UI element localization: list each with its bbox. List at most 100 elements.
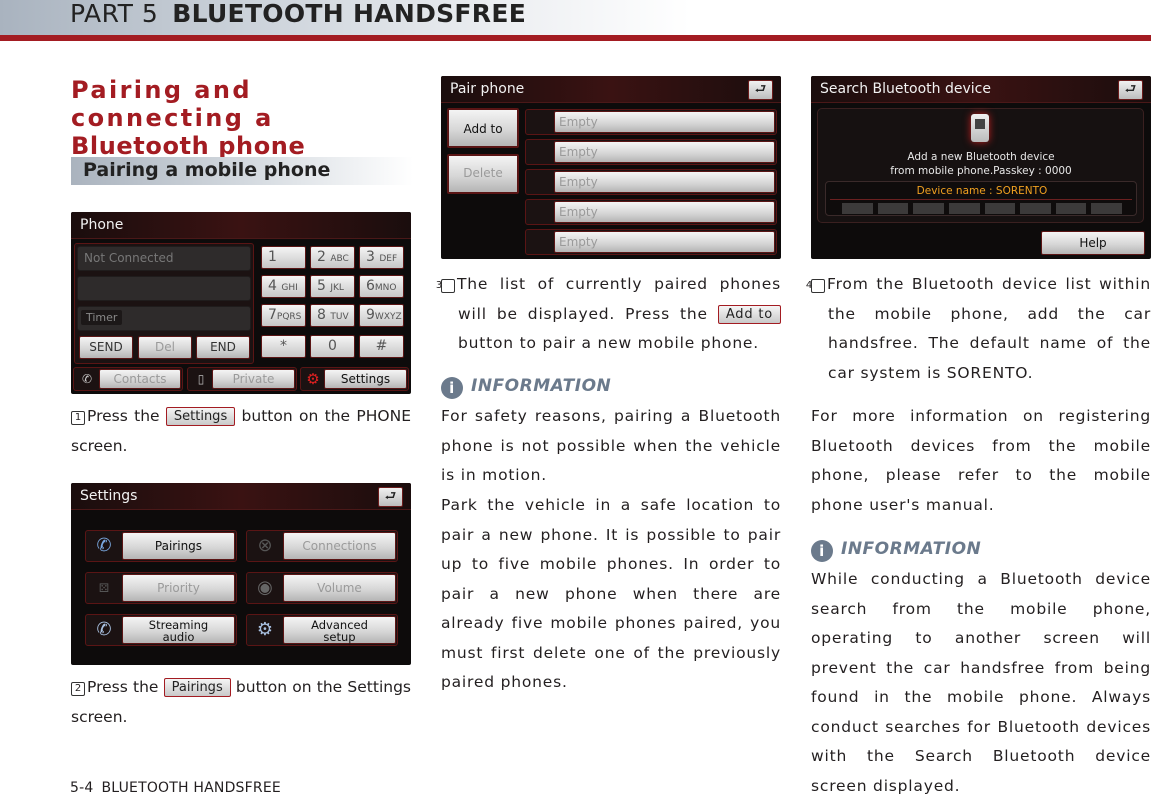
key-digit: 1 (268, 249, 277, 265)
advanced-setup-button[interactable]: Advanced setup (283, 616, 396, 644)
header-rule (0, 35, 1151, 41)
settings-screen-header: Settings ⮐ (71, 483, 411, 510)
connections-button[interactable]: Connections (283, 532, 396, 560)
search-progress (842, 203, 1122, 214)
step-number: 3 (436, 279, 455, 293)
contacts-button[interactable]: Contacts (99, 369, 181, 389)
progress-segment (1020, 203, 1051, 214)
subsection-bar: Pairing a mobile phone (71, 157, 413, 185)
add-to-button[interactable]: Add to (447, 108, 519, 148)
key-digit: # (375, 338, 388, 354)
key-digit: * (280, 338, 287, 354)
phone-screen-title: Phone (80, 217, 124, 233)
step-number: 1 (71, 411, 85, 425)
step-text: Press the (87, 407, 166, 425)
page-header: PART 5 BLUETOOTH HANDSFREE (0, 0, 1151, 36)
section-title-line2: Bluetooth phone (71, 132, 306, 160)
volume-button[interactable]: Volume (283, 574, 396, 602)
priority-button[interactable]: Priority (122, 574, 235, 602)
settings-screen-title: Settings (80, 488, 138, 504)
key-letters: TUV (330, 312, 349, 322)
key-digit: 2 (317, 249, 326, 265)
section-title: Pairing and connecting a Bluetooth phone (71, 76, 413, 160)
key-hash[interactable]: # (359, 335, 404, 358)
key-5[interactable]: 5 JKL (310, 275, 355, 298)
settings-screen: Settings ⮐ ✆ Pairings ⊗ Connections ⚄ Pr… (71, 483, 411, 665)
add-to-button-reference: Add to (717, 304, 781, 324)
divider (830, 199, 1132, 200)
back-button[interactable]: ⮐ (1118, 80, 1143, 100)
paired-slot-1[interactable]: Empty (554, 111, 775, 133)
step-text: button to pair a new mobile phone. (458, 334, 760, 352)
key-digit: 5 (317, 278, 326, 294)
key-0[interactable]: 0 (310, 335, 355, 358)
volume-speaker-icon: ◉ (257, 577, 273, 598)
delete-button[interactable]: Delete (447, 154, 519, 194)
search-screen-title: Search Bluetooth device (820, 81, 991, 97)
number-field[interactable] (77, 276, 251, 301)
paired-slot-2[interactable]: Empty (554, 141, 775, 163)
progress-segment (877, 203, 909, 214)
timer-label: Timer (81, 310, 123, 325)
key-letters: GHI (281, 283, 298, 293)
help-button[interactable]: Help (1041, 231, 1145, 255)
delete-digit-button[interactable]: Del (138, 336, 192, 359)
progress-segment (1091, 203, 1122, 214)
advanced-setup-label: Advanced setup (311, 618, 368, 644)
header-part-name: BLUETOOTH HANDSFREE (172, 0, 527, 28)
key-digit: 9 (366, 307, 375, 323)
key-6[interactable]: 6MNO (359, 275, 404, 298)
key-2[interactable]: 2 ABC (310, 246, 355, 269)
key-8[interactable]: 8 TUV (310, 304, 355, 327)
information-heading: i INFORMATION (811, 539, 981, 562)
step-2: 2 Press the Pairings button on the Settin… (71, 673, 411, 732)
key-digit: 7 (268, 307, 277, 323)
settings-button[interactable]: Settings (324, 369, 407, 389)
device-name-label: Device name : SORENTO (916, 185, 1048, 197)
paired-slot-4[interactable]: Empty (554, 201, 775, 223)
send-button[interactable]: SEND (79, 336, 133, 359)
information-paragraph-2: Park the vehicle in a safe location to p… (441, 496, 781, 691)
page-number: 5-4 (70, 780, 94, 796)
streaming-audio-button[interactable]: Streaming audio (122, 616, 235, 644)
key-1[interactable]: 1 (261, 246, 306, 269)
information-paragraph-1: For safety reasons, pairing a Bluetooth … (441, 407, 781, 484)
timer-field: Timer (77, 306, 251, 331)
info-icon: i (441, 377, 463, 399)
key-digit: 3 (366, 249, 375, 265)
key-9[interactable]: 9WXYZ (359, 304, 404, 327)
back-button[interactable]: ⮐ (378, 487, 403, 507)
phone-screen: Phone Not Connected Timer SEND Del END 1… (71, 212, 411, 394)
back-arrow-icon: ⮐ (384, 489, 397, 504)
step-text: Press the (87, 678, 164, 696)
pair-phone-title: Pair phone (450, 81, 525, 97)
back-button[interactable]: ⮐ (748, 80, 773, 100)
search-message-line1: Add a new Bluetooth device (907, 151, 1055, 163)
progress-segment (842, 203, 873, 214)
information-heading-text: INFORMATION (471, 376, 612, 396)
mobile-device-icon (971, 114, 989, 142)
key-3[interactable]: 3 DEF (359, 246, 404, 269)
key-letters: JKL (330, 283, 344, 293)
paired-slot-5[interactable]: Empty (554, 231, 775, 253)
private-button[interactable]: Private (212, 369, 295, 389)
key-letters: PQRS (276, 312, 302, 322)
key-letters: WXYZ (374, 312, 402, 322)
streaming-audio-label: Streaming audio (148, 618, 209, 644)
header-title: PART 5 BLUETOOTH HANDSFREE (70, 0, 526, 28)
paired-slot-3[interactable]: Empty (554, 171, 775, 193)
streaming-audio-icon: ✆ (96, 619, 112, 640)
end-button[interactable]: END (196, 336, 250, 359)
back-arrow-icon: ⮐ (1124, 82, 1137, 97)
information-text-2: While conducting a Bluetooth device sear… (811, 570, 1151, 795)
key-digit: 4 (268, 278, 277, 294)
pairings-button[interactable]: Pairings (122, 532, 235, 560)
search-message: Add a new Bluetooth device from mobile p… (811, 150, 1151, 178)
advanced-setup-icon: ⚙ (256, 619, 274, 640)
key-star[interactable]: * (261, 335, 306, 358)
key-4[interactable]: 4 GHI (261, 275, 306, 298)
key-digit: 6 (366, 278, 375, 294)
key-7[interactable]: 7PQRS (261, 304, 306, 327)
gear-icon: ⚙ (306, 370, 320, 388)
header-part-label: PART 5 (70, 0, 159, 28)
